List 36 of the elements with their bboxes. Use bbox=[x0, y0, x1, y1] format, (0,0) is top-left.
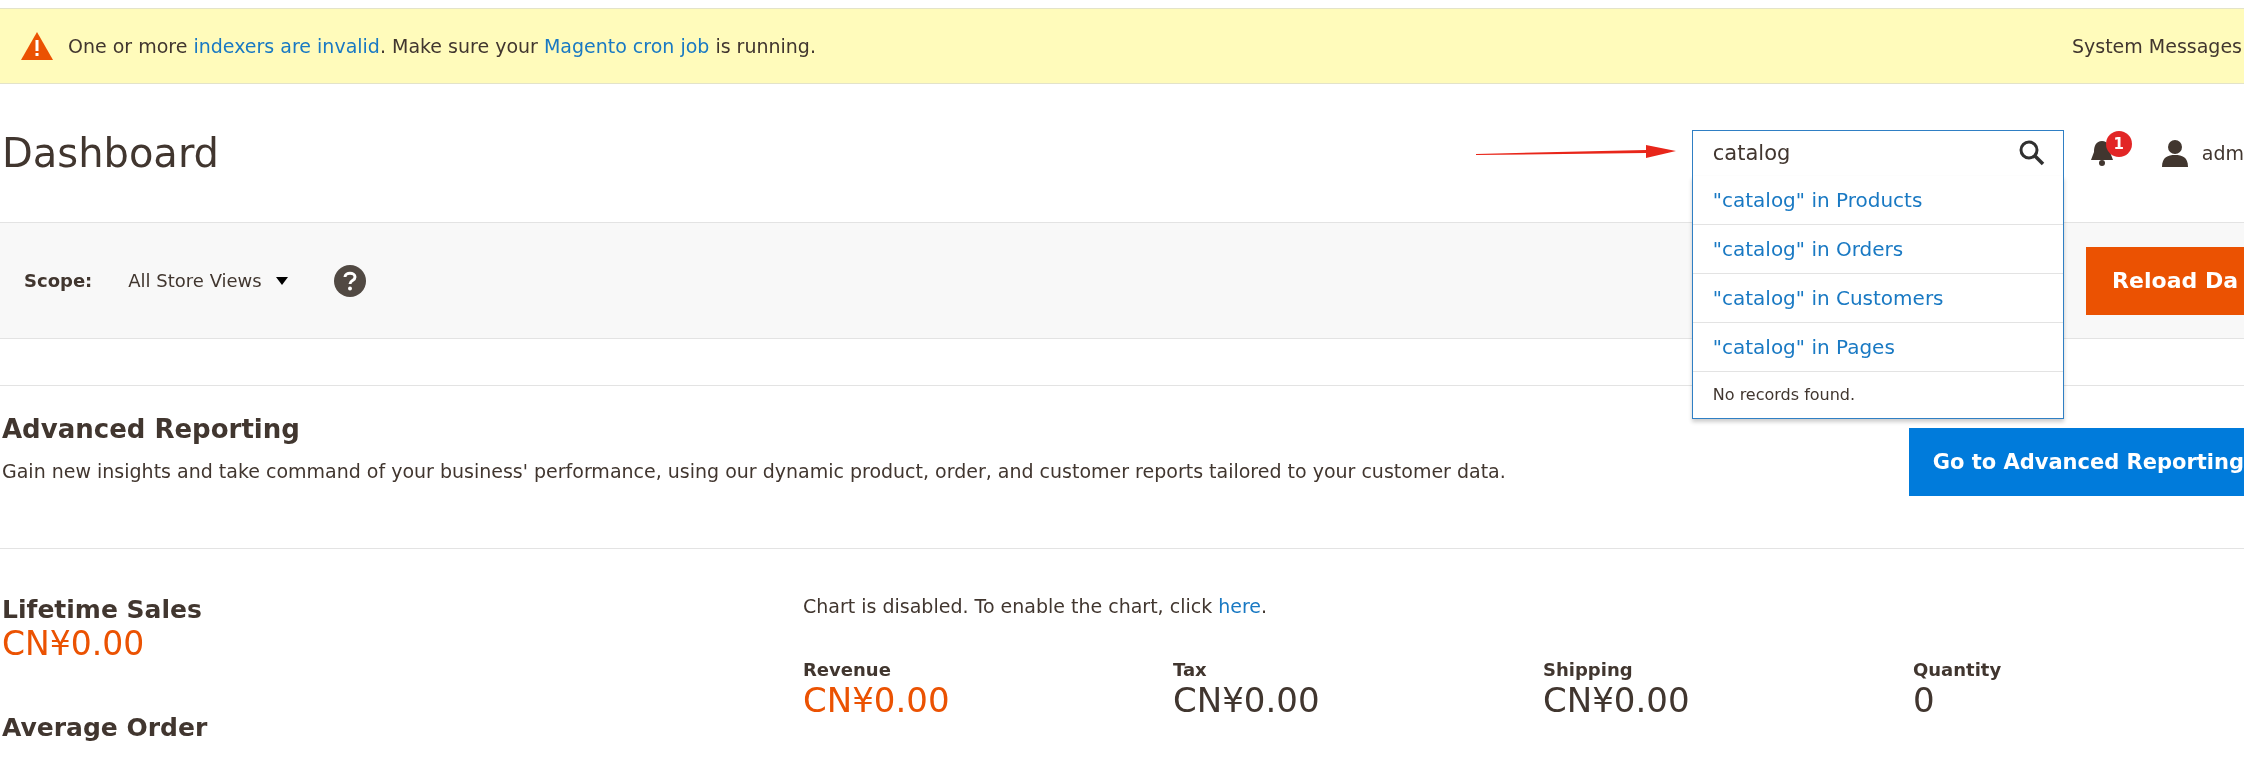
section-description: Gain new insights and take command of your business' performance, using our dynamic product, order, and customer reports tailored to your customer data. bbox=[2, 460, 1507, 482]
search-icon[interactable] bbox=[2018, 140, 2045, 166]
user-icon[interactable] bbox=[2161, 139, 2188, 167]
total-label: Revenue bbox=[803, 659, 892, 680]
suggestion-item[interactable]: "catalog" in Products bbox=[1692, 175, 2063, 225]
system-messages-link[interactable]: System Messages bbox=[2071, 35, 2242, 57]
summary-label: Lifetime Sales bbox=[2, 595, 203, 624]
page-title: Dashboard bbox=[2, 130, 220, 176]
help-icon[interactable] bbox=[333, 264, 366, 297]
suggestion-item[interactable]: "catalog" in Pages bbox=[1692, 322, 2063, 372]
advanced-reporting-button[interactable]: Go to Advanced Reporting bbox=[1908, 428, 2244, 496]
total-label: Tax bbox=[1173, 659, 1208, 680]
total-value: CN¥0.00 bbox=[803, 680, 951, 720]
warning-icon bbox=[20, 31, 54, 61]
total-label: Quantity bbox=[1913, 659, 2003, 680]
message-link[interactable]: Magento cron job bbox=[543, 35, 710, 57]
total-label: Shipping bbox=[1543, 659, 1634, 680]
chart-note: Chart is disabled. To enable the chart, click here. bbox=[803, 595, 1269, 617]
scope-label: Scope: bbox=[24, 270, 93, 291]
empty-note: No records found. bbox=[1711, 383, 1857, 406]
user-name[interactable]: adm bbox=[2201, 142, 2244, 164]
message-link[interactable]: indexers are invalid bbox=[193, 35, 380, 57]
summary-value: CN¥0.00 bbox=[2, 624, 146, 663]
total-value: CN¥0.00 bbox=[1543, 680, 1691, 720]
search-field[interactable]: catalog bbox=[1691, 129, 2064, 177]
total-value: CN¥0.00 bbox=[1173, 680, 1321, 720]
reload-button[interactable]: Reload Da bbox=[2086, 246, 2244, 315]
summary-label: Average Order bbox=[2, 713, 209, 742]
bell-icon[interactable] bbox=[2089, 140, 2114, 166]
system-message: One or more indexers are invalid. Make sure your Magento cron job is running. bbox=[68, 35, 817, 57]
total-value: 0 bbox=[1913, 680, 1936, 720]
section-title: Advanced Reporting bbox=[2, 414, 301, 444]
enable-chart-link[interactable]: here bbox=[1218, 595, 1262, 617]
caret-icon[interactable] bbox=[275, 276, 288, 285]
notification-badge: 1 bbox=[2105, 131, 2132, 157]
scope-select[interactable]: All Store Views bbox=[128, 270, 288, 291]
